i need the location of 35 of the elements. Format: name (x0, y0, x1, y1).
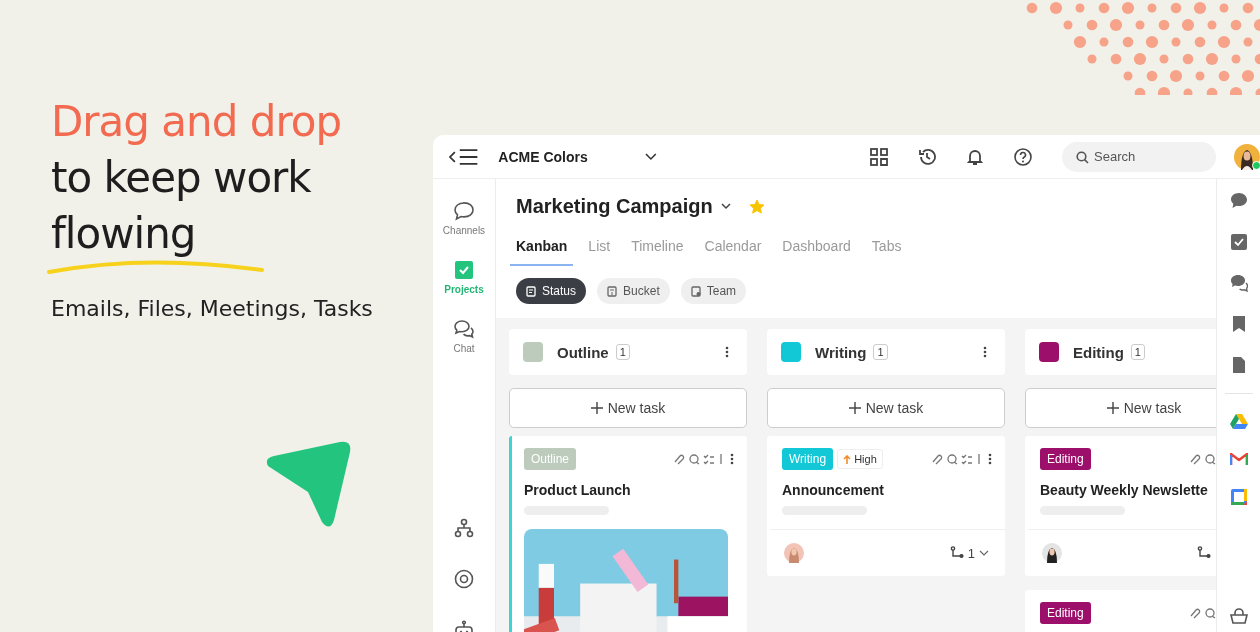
task-title: Product Launch (524, 482, 632, 498)
task-title: Beauty Weekly Newslette (1040, 482, 1209, 498)
nav-item[interactable]: Channels (442, 201, 486, 236)
new-task-button[interactable]: New task (767, 388, 1005, 428)
task-count: 1 (1130, 344, 1145, 360)
headline-line: flowing (51, 208, 197, 260)
group-by-chip[interactable]: Bucket (597, 278, 670, 304)
status-tag: Writing (782, 448, 834, 470)
column-title: Outline (557, 343, 609, 361)
new-task-button[interactable]: New task (1025, 388, 1216, 428)
status-tag: Editing (1040, 602, 1091, 624)
task-card[interactable]: Editing Beauty Weekly Newslette (1025, 436, 1216, 576)
priority-tag: High (837, 449, 883, 469)
column-title: Editing (1073, 343, 1124, 361)
group-by-chip[interactable]: Team (680, 278, 747, 304)
task-card[interactable]: Editing (1025, 590, 1216, 632)
task-card[interactable]: Writing High Announcement 1 (767, 436, 1005, 576)
search-field[interactable]: Search (1062, 141, 1216, 172)
subtitle: Emails, Files, Meetings, Tasks (51, 296, 374, 321)
task-count: 1 (615, 344, 630, 360)
task-title: Announcement (782, 482, 885, 498)
task-count: 1 (873, 344, 888, 360)
task-card[interactable]: Outline Product Launch (509, 436, 747, 632)
column-title: Writing (815, 343, 867, 361)
nav-item[interactable]: Chat (453, 319, 475, 354)
status-tag: Editing (1040, 448, 1091, 470)
headline-line: to keep work (51, 152, 312, 204)
project-title[interactable]: Marketing Campaign (516, 195, 713, 218)
workspace-name[interactable]: ACME Colors (498, 148, 636, 165)
view-tab[interactable]: Kanban (510, 234, 574, 266)
status-tag: Outline (524, 448, 577, 470)
headline-accent: Drag and drop (51, 96, 343, 148)
new-task-button[interactable]: New task (509, 388, 747, 428)
group-by-chip[interactable]: Status (516, 278, 587, 304)
subtasks-indicator[interactable]: 1 (949, 545, 989, 561)
